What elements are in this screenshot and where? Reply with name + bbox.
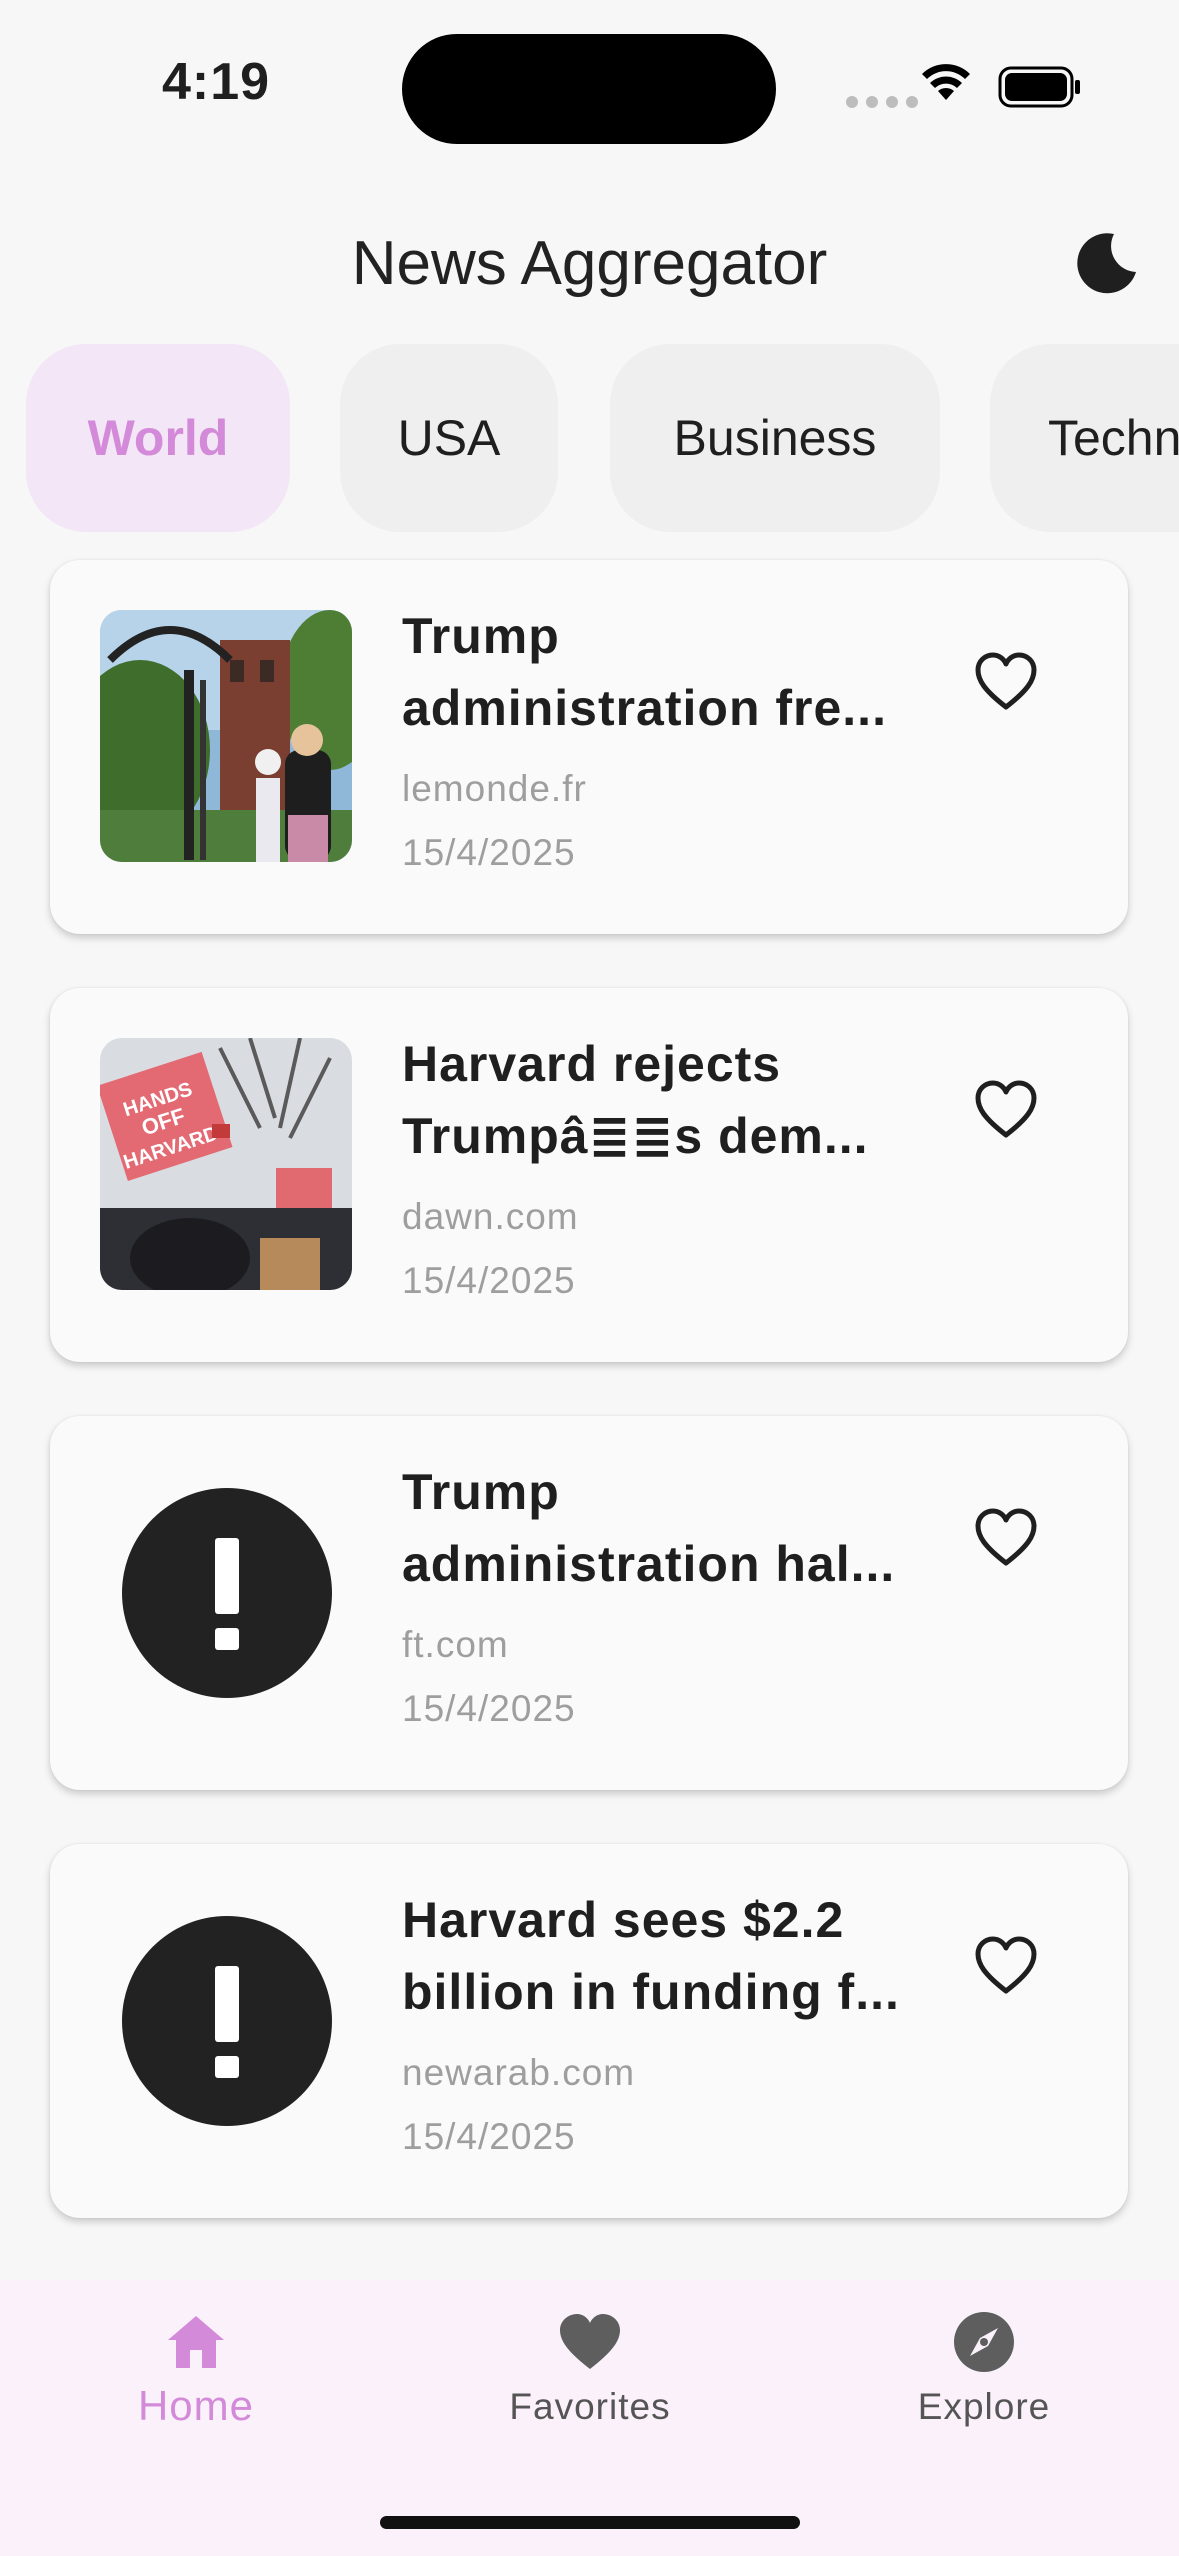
- home-indicator[interactable]: [380, 2516, 800, 2529]
- heart-outline-icon[interactable]: [974, 652, 1038, 712]
- error-icon: [122, 1916, 332, 2126]
- article-source: dawn.com: [402, 1196, 579, 1237]
- article-card[interactable]: Harvard sees $2.2 billion in funding f..…: [50, 1844, 1128, 2218]
- article-card[interactable]: Trump administration hal... ft.com 15/4/…: [50, 1416, 1128, 1790]
- nav-favorites[interactable]: Favorites: [440, 2310, 740, 2428]
- nav-explore[interactable]: Explore: [834, 2310, 1134, 2428]
- article-headline: Trump administration fre...: [402, 608, 887, 736]
- article-source: lemonde.fr: [402, 768, 587, 809]
- tab-business[interactable]: Business: [610, 344, 940, 532]
- article-headline: Trump administration hal...: [402, 1464, 896, 1592]
- article-thumbnail: [100, 610, 352, 862]
- dynamic-island: [402, 34, 776, 144]
- tab-usa[interactable]: USA: [340, 344, 558, 532]
- nav-favorites-label: Favorites: [509, 2386, 671, 2427]
- status-bar: 4:19: [0, 0, 1179, 170]
- article-source: newarab.com: [402, 2052, 636, 2093]
- article-card[interactable]: HANDS OFF HARVARD Harvard rejects Trumpâ…: [50, 988, 1128, 1362]
- wifi-icon: [922, 64, 970, 100]
- bottom-nav: Home Favorites Explore: [0, 2280, 1179, 2556]
- article-headline: Harvard rejects Trumpâ≣≣s dem...: [402, 1036, 869, 1164]
- page-title: News Aggregator: [351, 229, 828, 298]
- status-time: 4:19: [162, 53, 271, 111]
- nav-explore-label: Explore: [917, 2386, 1051, 2427]
- heart-outline-icon[interactable]: [974, 1508, 1038, 1568]
- article-thumbnail: HANDS OFF HARVARD: [100, 1038, 352, 1290]
- battery-icon: [998, 66, 1080, 108]
- category-tabs: World USA Business Techn: [0, 344, 1179, 534]
- article-source: ft.com: [402, 1624, 509, 1665]
- nav-home-label: Home: [137, 2382, 255, 2429]
- nav-home[interactable]: Home: [46, 2310, 346, 2430]
- tab-world[interactable]: World: [26, 344, 290, 532]
- article-headline: Harvard sees $2.2 billion in funding f..…: [402, 1892, 900, 2020]
- article-date: 15/4/2025: [402, 2116, 576, 2157]
- error-icon: [122, 1488, 332, 1698]
- article-date: 15/4/2025: [402, 1688, 576, 1729]
- moon-icon[interactable]: [1074, 230, 1140, 296]
- app-header: News Aggregator: [0, 200, 1179, 330]
- heart-outline-icon[interactable]: [974, 1936, 1038, 1996]
- tab-technology[interactable]: Techn: [990, 344, 1179, 532]
- compass-icon: [954, 2312, 1014, 2372]
- heart-icon: [560, 2314, 620, 2369]
- article-card[interactable]: Trump administration fre... lemonde.fr 1…: [50, 560, 1128, 934]
- home-icon: [168, 2316, 224, 2368]
- article-date: 15/4/2025: [402, 832, 576, 873]
- heart-outline-icon[interactable]: [974, 1080, 1038, 1140]
- cellular-signal-icon: [846, 96, 918, 108]
- article-date: 15/4/2025: [402, 1260, 576, 1301]
